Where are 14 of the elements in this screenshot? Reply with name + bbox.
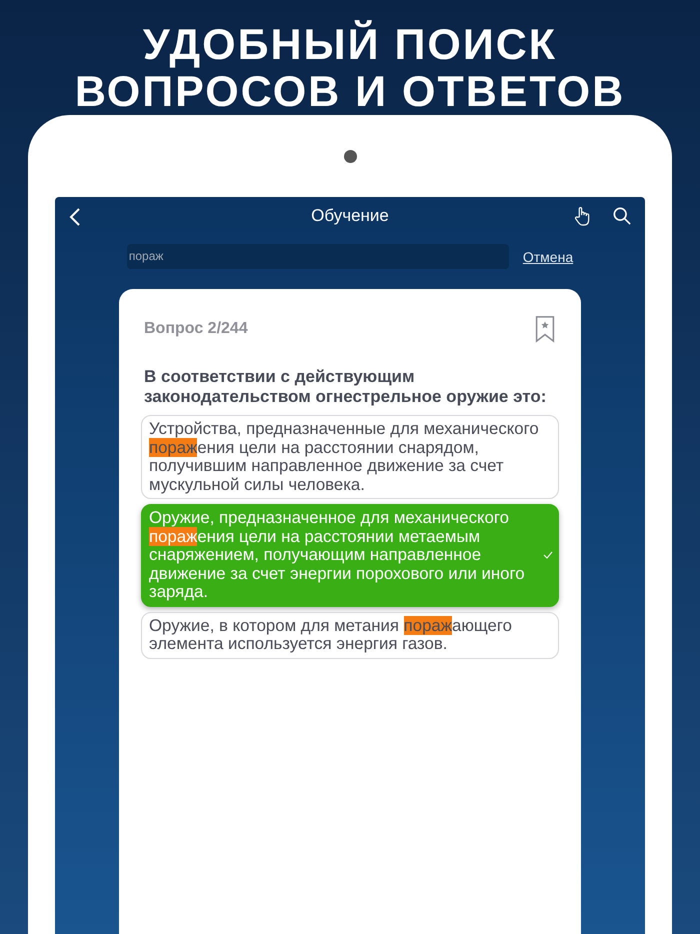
question-counter: Вопрос 2/244 [144,320,248,338]
camera-dot [344,150,356,163]
check-icon [543,551,553,560]
cancel-link[interactable]: Отмена [522,248,574,264]
question-text: В соответствии с действующим законодательством огнестрельное оружие это: [144,367,548,407]
screen-title: Обучение [311,206,389,226]
headline: ВОПРОСОВ И ОТВЕТОВ [74,69,626,116]
headline: УДОБНЫЙ ПОИСК [142,22,558,69]
bookmark-icon[interactable] [534,315,556,343]
search-icon[interactable] [613,207,631,225]
hand-icon[interactable] [573,206,591,226]
answer-option[interactable]: Оружие, в котором для метания поражающего элемента используется энергия газов. [141,612,559,658]
search-field[interactable]: пораж [126,244,509,269]
back-icon[interactable] [69,207,81,227]
